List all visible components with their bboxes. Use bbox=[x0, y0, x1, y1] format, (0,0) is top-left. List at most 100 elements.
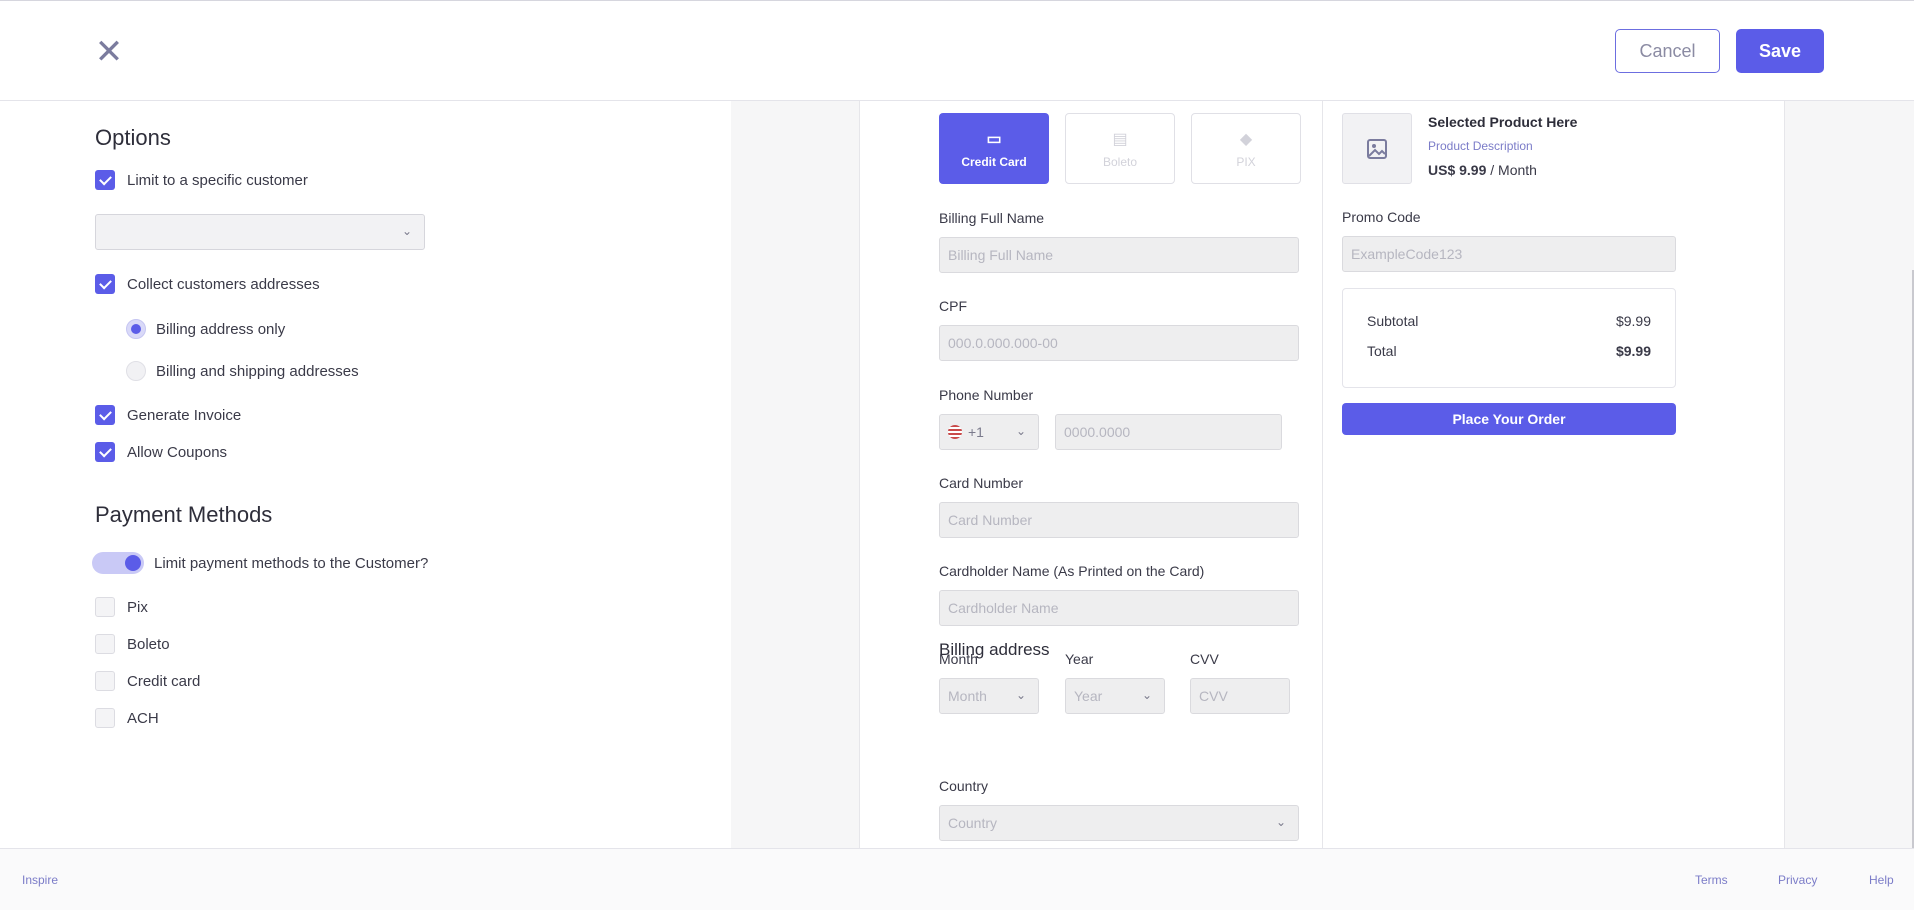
product-image bbox=[1342, 113, 1412, 184]
subtotal-value: $9.99 bbox=[1615, 313, 1651, 329]
chevron-down-icon: ⌄ bbox=[1015, 424, 1026, 438]
cardholder-input[interactable]: Cardholder Name bbox=[939, 590, 1299, 626]
ach-label: ACH bbox=[127, 709, 159, 727]
generate-invoice-option[interactable]: Generate Invoice bbox=[95, 405, 241, 425]
payment-method-credit-card[interactable]: Credit card bbox=[95, 671, 200, 691]
limit-customer-checkbox[interactable] bbox=[95, 170, 115, 190]
product-period: / Month bbox=[1490, 162, 1537, 178]
header: ✕ Cancel Save bbox=[0, 1, 1914, 101]
cvv-input[interactable]: CVV bbox=[1190, 678, 1290, 714]
billing-only-label: Billing address only bbox=[156, 320, 286, 338]
limit-customer-option[interactable]: Limit to a specific customer bbox=[95, 170, 308, 190]
billing-only-option[interactable]: Billing address only bbox=[126, 319, 285, 339]
payment-method-pix[interactable]: Pix bbox=[95, 597, 148, 617]
us-flag-icon bbox=[948, 425, 962, 439]
options-panel: Options Limit to a specific customer ⌄ C… bbox=[0, 101, 731, 848]
place-order-button[interactable]: Place Your Order bbox=[1342, 403, 1676, 435]
total-row: Total $9.99 bbox=[1367, 343, 1651, 359]
pix-label: Pix bbox=[127, 598, 148, 616]
year-select[interactable]: Year ⌄ bbox=[1065, 678, 1165, 714]
product-price-line: US$ 9.99 / Month bbox=[1428, 162, 1537, 178]
credit-card-checkbox[interactable] bbox=[95, 671, 115, 691]
preview-gutter-left bbox=[731, 101, 859, 848]
order-totals: Subtotal $9.99 Total $9.99 bbox=[1342, 288, 1676, 388]
cpf-label: CPF bbox=[939, 298, 967, 314]
year-label: Year bbox=[1065, 651, 1094, 667]
image-icon bbox=[1367, 138, 1387, 159]
privacy-link[interactable]: Privacy bbox=[1778, 873, 1817, 887]
close-icon[interactable]: ✕ bbox=[92, 35, 126, 69]
country-label: Country bbox=[939, 778, 989, 794]
collect-addresses-checkbox[interactable] bbox=[95, 274, 115, 294]
country-code-value: +1 bbox=[968, 424, 984, 440]
help-link[interactable]: Help bbox=[1869, 873, 1894, 887]
save-button[interactable]: Save bbox=[1736, 29, 1824, 73]
product-price: US$ 9.99 bbox=[1428, 162, 1487, 178]
footer: Inspire Terms Privacy Help bbox=[0, 848, 1914, 910]
year-placeholder: Year bbox=[1074, 688, 1103, 704]
total-label: Total bbox=[1367, 343, 1397, 359]
payment-methods-title: Payment Methods bbox=[95, 502, 273, 527]
billing-shipping-label: Billing and shipping addresses bbox=[156, 362, 359, 380]
country-placeholder: Country bbox=[948, 815, 998, 831]
billing-name-input[interactable]: Billing Full Name bbox=[939, 237, 1299, 273]
method-credit-card-label: Credit Card bbox=[961, 154, 1027, 169]
month-placeholder: Month bbox=[948, 688, 987, 704]
method-boleto-tab[interactable]: ▤ Boleto bbox=[1065, 113, 1175, 184]
total-value: $9.99 bbox=[1615, 343, 1651, 359]
billing-shipping-option[interactable]: Billing and shipping addresses bbox=[126, 361, 359, 381]
allow-coupons-checkbox[interactable] bbox=[95, 442, 115, 462]
allow-coupons-option[interactable]: Allow Coupons bbox=[95, 442, 227, 462]
billing-address-title: Billing address bbox=[939, 640, 1050, 659]
cardholder-label: Cardholder Name (As Printed on the Card) bbox=[939, 563, 1205, 579]
cpf-input[interactable]: 000.0.000.000-00 bbox=[939, 325, 1299, 361]
limit-payment-toggle-row[interactable]: Limit payment methods to the Customer? bbox=[92, 552, 428, 574]
customer-select[interactable]: ⌄ bbox=[95, 214, 425, 250]
generate-invoice-label: Generate Invoice bbox=[127, 406, 242, 424]
ach-checkbox[interactable] bbox=[95, 708, 115, 728]
product-description: Product Description bbox=[1428, 139, 1533, 153]
method-pix-tab[interactable]: ◆ PIX bbox=[1191, 113, 1301, 184]
preview-gutter-right bbox=[1785, 101, 1914, 848]
payment-method-boleto[interactable]: Boleto bbox=[95, 634, 170, 654]
phone-label: Phone Number bbox=[939, 387, 1034, 403]
card-number-input[interactable]: Card Number bbox=[939, 502, 1299, 538]
country-code-select[interactable]: +1 ⌄ bbox=[939, 414, 1039, 450]
limit-customer-label: Limit to a specific customer bbox=[127, 171, 308, 189]
country-select[interactable]: Country ⌄ bbox=[939, 805, 1299, 841]
boleto-checkbox[interactable] bbox=[95, 634, 115, 654]
product-name: Selected Product Here bbox=[1428, 114, 1578, 130]
method-pix-label: PIX bbox=[1236, 154, 1256, 169]
cvv-label: CVV bbox=[1190, 651, 1219, 667]
cancel-button[interactable]: Cancel bbox=[1615, 29, 1720, 73]
allow-coupons-label: Allow Coupons bbox=[127, 443, 228, 461]
billing-name-label: Billing Full Name bbox=[939, 210, 1045, 226]
billing-only-radio[interactable] bbox=[126, 319, 146, 339]
generate-invoice-checkbox[interactable] bbox=[95, 405, 115, 425]
barcode-icon: ▤ bbox=[1112, 130, 1128, 148]
pix-icon: ◆ bbox=[1239, 130, 1253, 148]
terms-link[interactable]: Terms bbox=[1695, 873, 1728, 887]
method-boleto-label: Boleto bbox=[1102, 154, 1138, 169]
collect-addresses-label: Collect customers addresses bbox=[127, 275, 320, 293]
limit-payment-toggle[interactable] bbox=[92, 552, 144, 574]
promo-code-input[interactable]: ExampleCode123 bbox=[1342, 236, 1676, 272]
limit-payment-label: Limit payment methods to the Customer? bbox=[154, 554, 429, 572]
brand-link[interactable]: Inspire bbox=[22, 873, 58, 887]
chevron-down-icon: ⌄ bbox=[1275, 815, 1286, 829]
payment-method-ach[interactable]: ACH bbox=[95, 708, 159, 728]
pix-checkbox[interactable] bbox=[95, 597, 115, 617]
collect-addresses-option[interactable]: Collect customers addresses bbox=[95, 274, 320, 294]
phone-input[interactable]: 0000.0000 bbox=[1055, 414, 1282, 450]
subtotal-label: Subtotal bbox=[1367, 313, 1419, 329]
month-select[interactable]: Month ⌄ bbox=[939, 678, 1039, 714]
credit-card-label: Credit card bbox=[127, 672, 201, 690]
checkout-form bbox=[859, 101, 1323, 848]
credit-card-icon: ▭ bbox=[986, 130, 1002, 148]
options-title: Options bbox=[95, 125, 171, 150]
method-credit-card-tab[interactable]: ▭ Credit Card bbox=[939, 113, 1049, 184]
billing-shipping-radio[interactable] bbox=[126, 361, 146, 381]
card-number-label: Card Number bbox=[939, 475, 1024, 491]
chevron-down-icon: ⌄ bbox=[401, 224, 412, 238]
subtotal-row: Subtotal $9.99 bbox=[1367, 313, 1651, 329]
